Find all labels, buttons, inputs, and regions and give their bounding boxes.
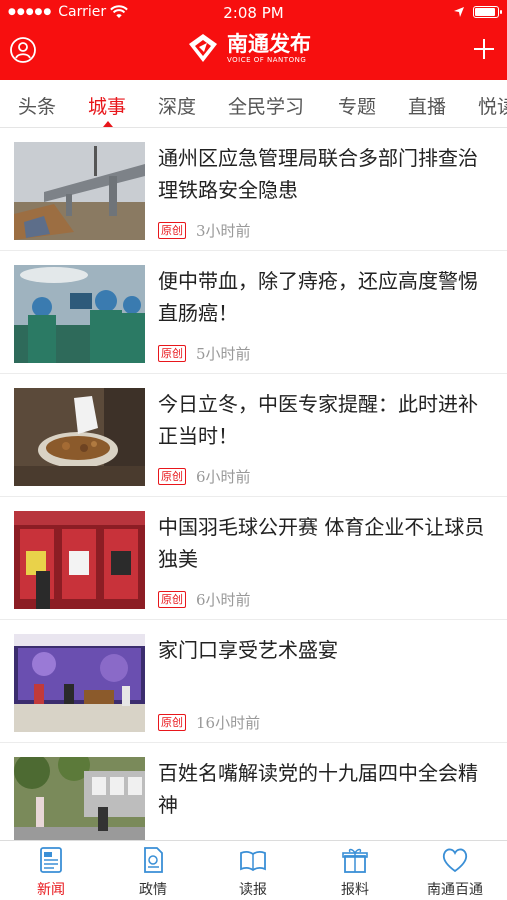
surgery-photo	[14, 265, 145, 363]
tab-city[interactable]: 城事	[88, 92, 126, 119]
add-icon[interactable]	[471, 36, 497, 62]
news-list: 通州区应急管理局联合多部门排查治理铁路安全隐患 原创 3小时前 便中带血，除了痔…	[0, 128, 507, 840]
news-thumbnail	[14, 757, 145, 840]
active-tab-indicator	[103, 121, 113, 127]
logo-mark-icon	[189, 34, 217, 62]
news-meta: 原创 6小时前	[158, 589, 251, 610]
bottom-tab-label: 读报	[239, 882, 267, 898]
document-icon	[144, 847, 163, 873]
bottom-tab-read-paper[interactable]: 读报	[208, 845, 298, 899]
stage-performance-photo	[14, 634, 145, 732]
original-badge: 原创	[158, 222, 186, 239]
tab-headlines[interactable]: 头条	[18, 92, 56, 119]
battery-level	[475, 8, 495, 16]
badminton-exhibition-photo	[14, 511, 145, 609]
heart-icon	[442, 848, 468, 873]
bottom-tab-label: 政情	[139, 882, 167, 898]
original-badge: 原创	[158, 714, 186, 731]
outdoor-lecture-photo	[14, 757, 145, 840]
news-thumbnail	[14, 265, 145, 363]
news-item[interactable]: 便中带血，除了痔疮，还应高度警惕直肠癌！ 原创 5小时前	[0, 251, 507, 374]
original-badge: 原创	[158, 345, 186, 362]
herbal-medicine-photo	[14, 388, 145, 486]
original-badge: 原创	[158, 591, 186, 608]
news-item[interactable]: 中国羽毛球公开赛 体育企业不让球员独美 原创 6小时前	[0, 497, 507, 620]
original-badge: 原创	[158, 468, 186, 485]
news-meta: 原创 16小时前	[158, 712, 260, 733]
app-name: 南通发布	[227, 31, 311, 56]
news-title: 便中带血，除了痔疮，还应高度警惕直肠癌！	[158, 269, 478, 325]
read-paper-icon	[240, 851, 266, 872]
app-header: ●●●●● Carrier 2:08 PM 南通发布 VOICE OF NANT…	[0, 0, 507, 80]
news-title: 家门口享受艺术盛宴	[158, 638, 338, 662]
bottom-tab-nantong[interactable]: 南通百通	[410, 845, 500, 899]
channel-tabs: 头条 城事 深度 全民学习 专题 直播 悦读	[0, 80, 507, 128]
news-meta: 原创 3小时前	[158, 220, 251, 241]
news-item[interactable]: 今日立冬，中医专家提醒：此时进补正当时！ 原创 6小时前	[0, 374, 507, 497]
news-time: 3小时前	[196, 222, 251, 240]
news-meta: 原创 5小时前	[158, 343, 251, 364]
news-item[interactable]: 百姓名嘴解读党的十九届四中全会精神	[0, 743, 507, 840]
tab-depth[interactable]: 深度	[158, 92, 196, 119]
news-title: 百姓名嘴解读党的十九届四中全会精神	[158, 761, 478, 817]
news-thumbnail	[14, 388, 145, 486]
app-subtitle: VOICE OF NANTONG	[227, 55, 307, 64]
news-title: 今日立冬，中医专家提醒：此时进补正当时！	[158, 392, 478, 448]
bottom-tab-label: 报料	[341, 882, 369, 898]
user-profile-icon[interactable]	[10, 37, 36, 63]
tab-study[interactable]: 全民学习	[228, 92, 304, 119]
logo-text: 南通发布 VOICE OF NANTONG	[227, 32, 311, 65]
app-logo: 南通发布 VOICE OF NANTONG	[185, 30, 311, 66]
status-time: 2:08 PM	[223, 4, 284, 22]
news-item[interactable]: 通州区应急管理局联合多部门排查治理铁路安全隐患 原创 3小时前	[0, 128, 507, 251]
bottom-tab-label: 南通百通	[427, 882, 483, 898]
status-bar: ●●●●● Carrier 2:08 PM	[0, 0, 507, 26]
news-title: 通州区应急管理局联合多部门排查治理铁路安全隐患	[158, 146, 478, 202]
battery-icon	[473, 6, 502, 18]
tab-live[interactable]: 直播	[408, 92, 446, 119]
news-thumbnail	[14, 634, 145, 732]
news-time: 6小时前	[196, 591, 251, 609]
tab-topics[interactable]: 专题	[338, 92, 376, 119]
gift-box-icon	[342, 848, 368, 873]
bottom-tab-government[interactable]: 政情	[108, 845, 198, 899]
news-time: 5小时前	[196, 345, 251, 363]
nav-bar: 南通发布 VOICE OF NANTONG	[0, 26, 507, 80]
status-right	[453, 6, 502, 18]
news-time: 16小时前	[196, 714, 261, 732]
railway-bridge-photo	[14, 142, 145, 240]
newspaper-icon	[40, 847, 62, 873]
tab-reading[interactable]: 悦读	[478, 92, 507, 119]
news-meta: 原创 6小时前	[158, 466, 251, 487]
bottom-tab-news[interactable]: 新闻	[6, 845, 96, 899]
news-title: 中国羽毛球公开赛 体育企业不让球员独美	[158, 515, 485, 571]
news-item[interactable]: 家门口享受艺术盛宴 原创 16小时前	[0, 620, 507, 743]
bottom-tab-bar: 新闻 政情 读报 报料 南通百通	[0, 840, 507, 900]
bottom-tab-report[interactable]: 报料	[310, 845, 400, 899]
location-arrow-icon	[454, 7, 464, 17]
news-thumbnail	[14, 511, 145, 609]
news-time: 6小时前	[196, 468, 251, 486]
news-thumbnail	[14, 142, 145, 240]
bottom-tab-label: 新闻	[37, 882, 65, 898]
